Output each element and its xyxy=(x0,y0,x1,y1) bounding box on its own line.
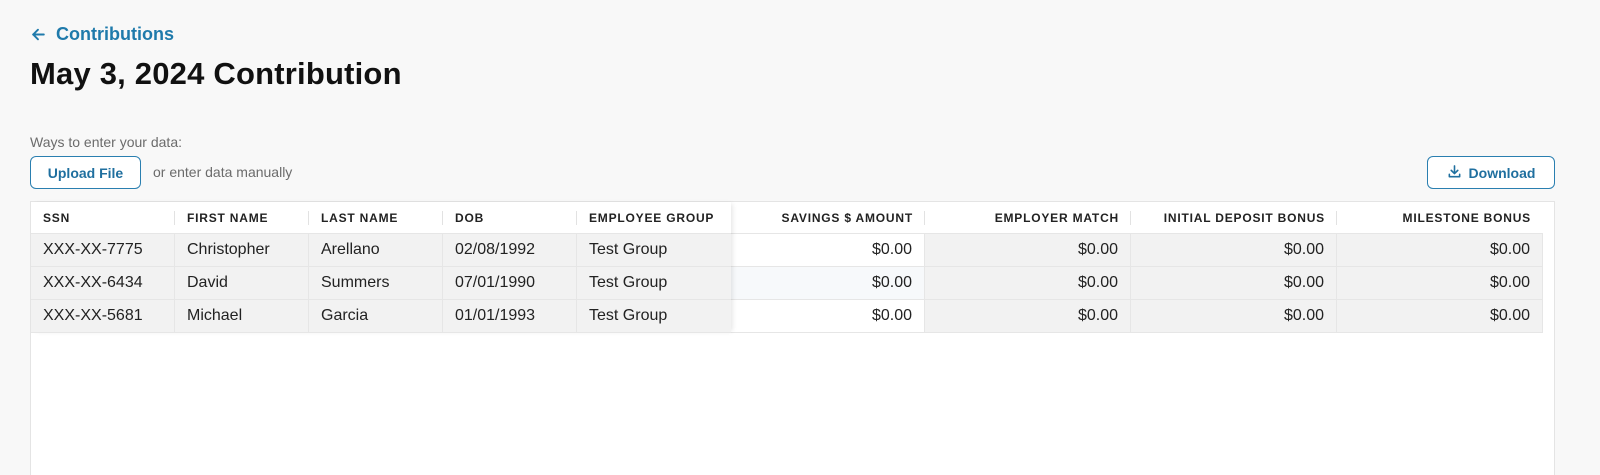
column-header-initial-deposit-bonus[interactable]: INITIAL DEPOSIT BONUS xyxy=(1131,202,1337,233)
column-header-dob[interactable]: DOB xyxy=(443,202,577,233)
savings-amount-cell[interactable]: $0.00 xyxy=(731,300,925,332)
table-row: XXX-XX-5681 Michael Garcia 01/01/1993 Te… xyxy=(31,300,731,333)
column-header-ssn[interactable]: SSN xyxy=(31,202,175,233)
table-row: XXX-XX-6434 David Summers 07/01/1990 Tes… xyxy=(31,267,731,300)
download-button[interactable]: Download xyxy=(1427,156,1555,189)
column-header-employer-match[interactable]: EMPLOYER MATCH xyxy=(925,202,1131,233)
download-icon xyxy=(1447,164,1462,182)
ssn-cell[interactable]: XXX-XX-7775 xyxy=(31,234,175,266)
column-header-savings-amount[interactable]: SAVINGS $ AMOUNT xyxy=(731,202,925,233)
manual-entry-text: or enter data manually xyxy=(153,164,293,180)
table-row: $0.00 $0.00 $0.00 $0.00 xyxy=(731,234,1543,267)
table-row: $0.00 $0.00 $0.00 $0.00 xyxy=(731,267,1543,300)
ssn-cell[interactable]: XXX-XX-5681 xyxy=(31,300,175,332)
column-header-last-name[interactable]: LAST NAME xyxy=(309,202,443,233)
initial-deposit-bonus-cell[interactable]: $0.00 xyxy=(1131,267,1337,299)
ssn-cell[interactable]: XXX-XX-6434 xyxy=(31,267,175,299)
first-name-cell[interactable]: Michael xyxy=(175,300,309,332)
last-name-cell[interactable]: Garcia xyxy=(309,300,443,332)
column-header-first-name[interactable]: FIRST NAME xyxy=(175,202,309,233)
dob-cell[interactable]: 01/01/1993 xyxy=(443,300,577,332)
first-name-cell[interactable]: Christopher xyxy=(175,234,309,266)
employee-group-cell[interactable]: Test Group xyxy=(577,267,731,299)
table-row: XXX-XX-7775 Christopher Arellano 02/08/1… xyxy=(31,234,731,267)
milestone-bonus-cell[interactable]: $0.00 xyxy=(1337,234,1543,266)
first-name-cell[interactable]: David xyxy=(175,267,309,299)
last-name-cell[interactable]: Arellano xyxy=(309,234,443,266)
employer-match-cell[interactable]: $0.00 xyxy=(925,300,1131,332)
employee-group-cell[interactable]: Test Group xyxy=(577,300,731,332)
milestone-bonus-cell[interactable]: $0.00 xyxy=(1337,267,1543,299)
page-title: May 3, 2024 Contribution xyxy=(30,56,402,91)
download-label: Download xyxy=(1468,164,1536,181)
contribution-grid: SSN FIRST NAME LAST NAME DOB EMPLOYEE GR… xyxy=(30,201,1555,475)
employer-match-cell[interactable]: $0.00 xyxy=(925,234,1131,266)
savings-amount-cell[interactable]: $0.00 xyxy=(731,267,925,299)
employer-match-cell[interactable]: $0.00 xyxy=(925,267,1131,299)
table-header-row: SAVINGS $ AMOUNT EMPLOYER MATCH INITIAL … xyxy=(731,202,1543,234)
employee-group-cell[interactable]: Test Group xyxy=(577,234,731,266)
amount-columns: SAVINGS $ AMOUNT EMPLOYER MATCH INITIAL … xyxy=(731,202,1543,333)
ways-to-enter-label: Ways to enter your data: xyxy=(30,134,182,150)
dob-cell[interactable]: 07/01/1990 xyxy=(443,267,577,299)
initial-deposit-bonus-cell[interactable]: $0.00 xyxy=(1131,300,1337,332)
column-header-employee-group[interactable]: EMPLOYEE GROUP xyxy=(577,202,731,233)
initial-deposit-bonus-cell[interactable]: $0.00 xyxy=(1131,234,1337,266)
pinned-columns: SSN FIRST NAME LAST NAME DOB EMPLOYEE GR… xyxy=(31,202,731,333)
savings-amount-cell[interactable]: $0.00 xyxy=(731,234,925,266)
arrow-left-icon xyxy=(30,26,47,43)
last-name-cell[interactable]: Summers xyxy=(309,267,443,299)
dob-cell[interactable]: 02/08/1992 xyxy=(443,234,577,266)
table-header-row: SSN FIRST NAME LAST NAME DOB EMPLOYEE GR… xyxy=(31,202,731,234)
milestone-bonus-cell[interactable]: $0.00 xyxy=(1337,300,1543,332)
column-header-milestone-bonus[interactable]: MILESTONE BONUS xyxy=(1337,202,1543,233)
back-link-label: Contributions xyxy=(56,24,174,44)
upload-file-button[interactable]: Upload File xyxy=(30,156,141,189)
table-row: $0.00 $0.00 $0.00 $0.00 xyxy=(731,300,1543,333)
back-to-contributions-link[interactable]: Contributions xyxy=(30,24,174,45)
